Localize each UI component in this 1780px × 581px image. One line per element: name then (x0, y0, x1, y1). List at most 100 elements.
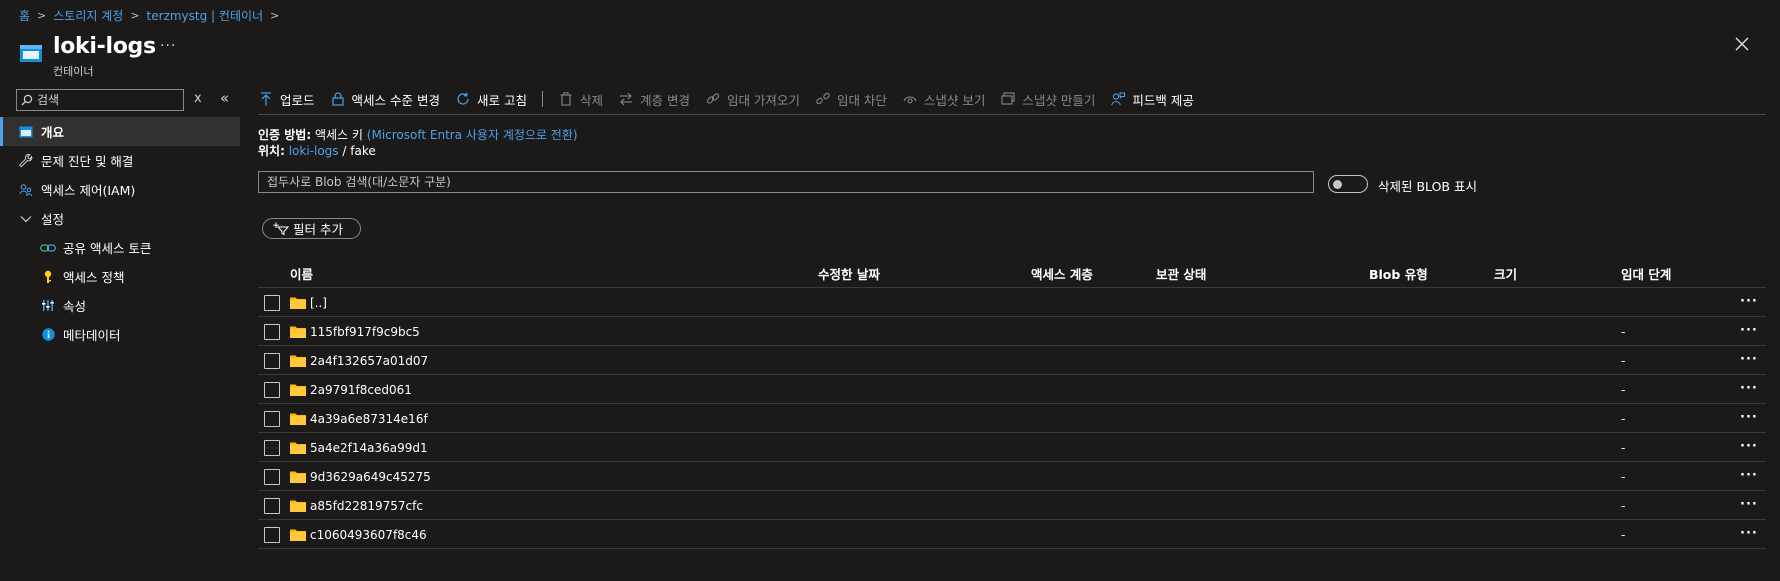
break-lease-button[interactable]: 임대 차단 (815, 90, 887, 109)
row-name[interactable]: 5a4e2f14a36a99d1 (310, 441, 428, 455)
row-checkbox[interactable] (264, 469, 280, 485)
sidebar-item-label: 액세스 정책 (63, 270, 125, 285)
column-lease-state[interactable]: 임대 단계 (1621, 264, 1671, 283)
table-row[interactable]: c1060493607f8c46 - ··· (258, 520, 1766, 549)
location-separator: / (342, 144, 347, 158)
row-checkbox[interactable] (264, 324, 280, 340)
link-icon (40, 240, 56, 256)
row-checkbox[interactable] (264, 498, 280, 514)
page-subtitle: 컨테이너 (53, 65, 94, 78)
refresh-button[interactable]: 새로 고침 (455, 90, 527, 109)
row-name[interactable]: 4a39a6e87314e16f (310, 412, 428, 426)
table-row[interactable]: 2a9791f8ced061 - ··· (258, 375, 1766, 404)
column-name[interactable]: 이름 (290, 264, 313, 283)
row-more-icon[interactable]: ··· (1740, 323, 1758, 338)
sidebar-item-properties[interactable]: 속성 (0, 291, 240, 320)
show-deleted-toggle[interactable] (1328, 175, 1368, 193)
row-checkbox[interactable] (264, 353, 280, 369)
row-name[interactable]: 9d3629a649c45275 (310, 470, 431, 484)
breadcrumb-storage-accounts[interactable]: 스토리지 계정 (53, 7, 123, 24)
row-more-icon[interactable]: ··· (1740, 381, 1758, 396)
row-more-icon[interactable]: ··· (1740, 497, 1758, 512)
upload-button[interactable]: 업로드 (258, 90, 315, 109)
change-tier-button[interactable]: 계층 변경 (618, 90, 690, 109)
column-size[interactable]: 크기 (1494, 264, 1517, 283)
folder-icon (290, 413, 306, 425)
key-icon (40, 269, 56, 285)
lock-icon (330, 91, 346, 107)
column-blob-type[interactable]: Blob 유형 (1369, 264, 1428, 283)
table-row[interactable]: a85fd22819757cfc - ··· (258, 491, 1766, 520)
table-row[interactable]: [..] ··· (258, 288, 1766, 317)
clear-search-button[interactable]: x (194, 91, 202, 106)
row-lease-state: - (1621, 412, 1626, 426)
folder-icon (290, 500, 306, 512)
breadcrumb-containers[interactable]: terzmystg | 컨테이너 (147, 7, 264, 24)
sidebar-group-settings[interactable]: 설정 (0, 204, 240, 233)
close-icon[interactable] (1734, 36, 1750, 52)
column-archive-status[interactable]: 보관 상태 (1156, 264, 1206, 283)
create-snapshot-button[interactable]: 스냅샷 만들기 (1000, 90, 1095, 109)
column-access-tier[interactable]: 액세스 계층 (1031, 264, 1093, 283)
blob-search-input[interactable] (259, 172, 1313, 192)
column-modified[interactable]: 수정한 날짜 (818, 264, 880, 283)
location: 위치: loki-logs / fake (258, 142, 376, 159)
eye-icon (902, 91, 918, 107)
delete-button[interactable]: 삭제 (558, 90, 603, 109)
feedback-button[interactable]: 피드백 제공 (1110, 90, 1194, 109)
breadcrumb-home[interactable]: 홈 (19, 7, 30, 24)
row-more-icon[interactable]: ··· (1740, 439, 1758, 454)
row-checkbox[interactable] (264, 527, 280, 543)
toolbar-divider-line (258, 114, 1766, 115)
auth-method-label: 인증 방법: (258, 128, 312, 142)
toggle-knob (1333, 180, 1342, 189)
row-name[interactable]: a85fd22819757cfc (310, 499, 423, 513)
view-snapshots-button[interactable]: 스냅샷 보기 (902, 90, 985, 109)
wrench-icon (18, 153, 34, 169)
row-lease-state: - (1621, 383, 1626, 397)
sidebar-item-label: 문제 진단 및 해결 (41, 154, 134, 169)
table-row[interactable]: 4a39a6e87314e16f - ··· (258, 404, 1766, 433)
more-options-icon[interactable]: ··· (160, 38, 176, 54)
change-access-level-button[interactable]: 액세스 수준 변경 (330, 90, 440, 109)
row-more-icon[interactable]: ··· (1740, 468, 1758, 483)
collapse-sidebar-icon[interactable]: « (220, 89, 229, 107)
folder-icon (290, 326, 306, 338)
sidebar-item-overview[interactable]: 개요 (0, 117, 240, 146)
table-row[interactable]: 115fbf917f9c9bc5 - ··· (258, 317, 1766, 346)
auth-method-value: 액세스 키 (314, 128, 363, 142)
table-row[interactable]: 5a4e2f14a36a99d1 - ··· (258, 433, 1766, 462)
breadcrumb: 홈 > 스토리지 계정 > terzmystg | 컨테이너 > (19, 7, 286, 24)
table-row[interactable]: 9d3629a649c45275 - ··· (258, 462, 1766, 491)
row-checkbox[interactable] (264, 411, 280, 427)
row-name[interactable]: 115fbf917f9c9bc5 (310, 325, 420, 339)
row-name[interactable]: [..] (310, 296, 327, 310)
row-lease-state: - (1621, 325, 1626, 339)
folder-icon (290, 471, 306, 483)
sidebar-item-iam[interactable]: 액세스 제어(IAM) (0, 175, 240, 204)
sidebar-item-shared-access-tokens[interactable]: 공유 액세스 토큰 (0, 233, 240, 262)
acquire-lease-button[interactable]: 임대 가져오기 (705, 90, 800, 109)
row-name[interactable]: 2a9791f8ced061 (310, 383, 412, 397)
location-container-link[interactable]: loki-logs (289, 144, 339, 158)
sidebar-item-access-policy[interactable]: 액세스 정책 (0, 262, 240, 291)
row-more-icon[interactable]: ··· (1740, 294, 1758, 309)
row-lease-state: - (1621, 441, 1626, 455)
switch-to-entra-link[interactable]: (Microsoft Entra 사용자 계정으로 전환) (367, 128, 578, 142)
row-checkbox[interactable] (264, 440, 280, 456)
row-more-icon[interactable]: ··· (1740, 526, 1758, 541)
add-filter-button[interactable]: 필터 추가 (262, 218, 361, 239)
blob-search (258, 171, 1314, 193)
row-lease-state: - (1621, 528, 1626, 542)
sidebar-item-diagnose[interactable]: 문제 진단 및 해결 (0, 146, 240, 175)
row-checkbox[interactable] (264, 382, 280, 398)
sidebar-search-input[interactable] (37, 93, 177, 107)
folder-icon (290, 297, 306, 309)
row-name[interactable]: 2a4f132657a01d07 (310, 354, 428, 368)
row-name[interactable]: c1060493607f8c46 (310, 528, 427, 542)
row-checkbox[interactable] (264, 295, 280, 311)
table-row[interactable]: 2a4f132657a01d07 - ··· (258, 346, 1766, 375)
row-more-icon[interactable]: ··· (1740, 410, 1758, 425)
row-more-icon[interactable]: ··· (1740, 352, 1758, 367)
sidebar-item-metadata[interactable]: 메타데이터 (0, 320, 240, 349)
